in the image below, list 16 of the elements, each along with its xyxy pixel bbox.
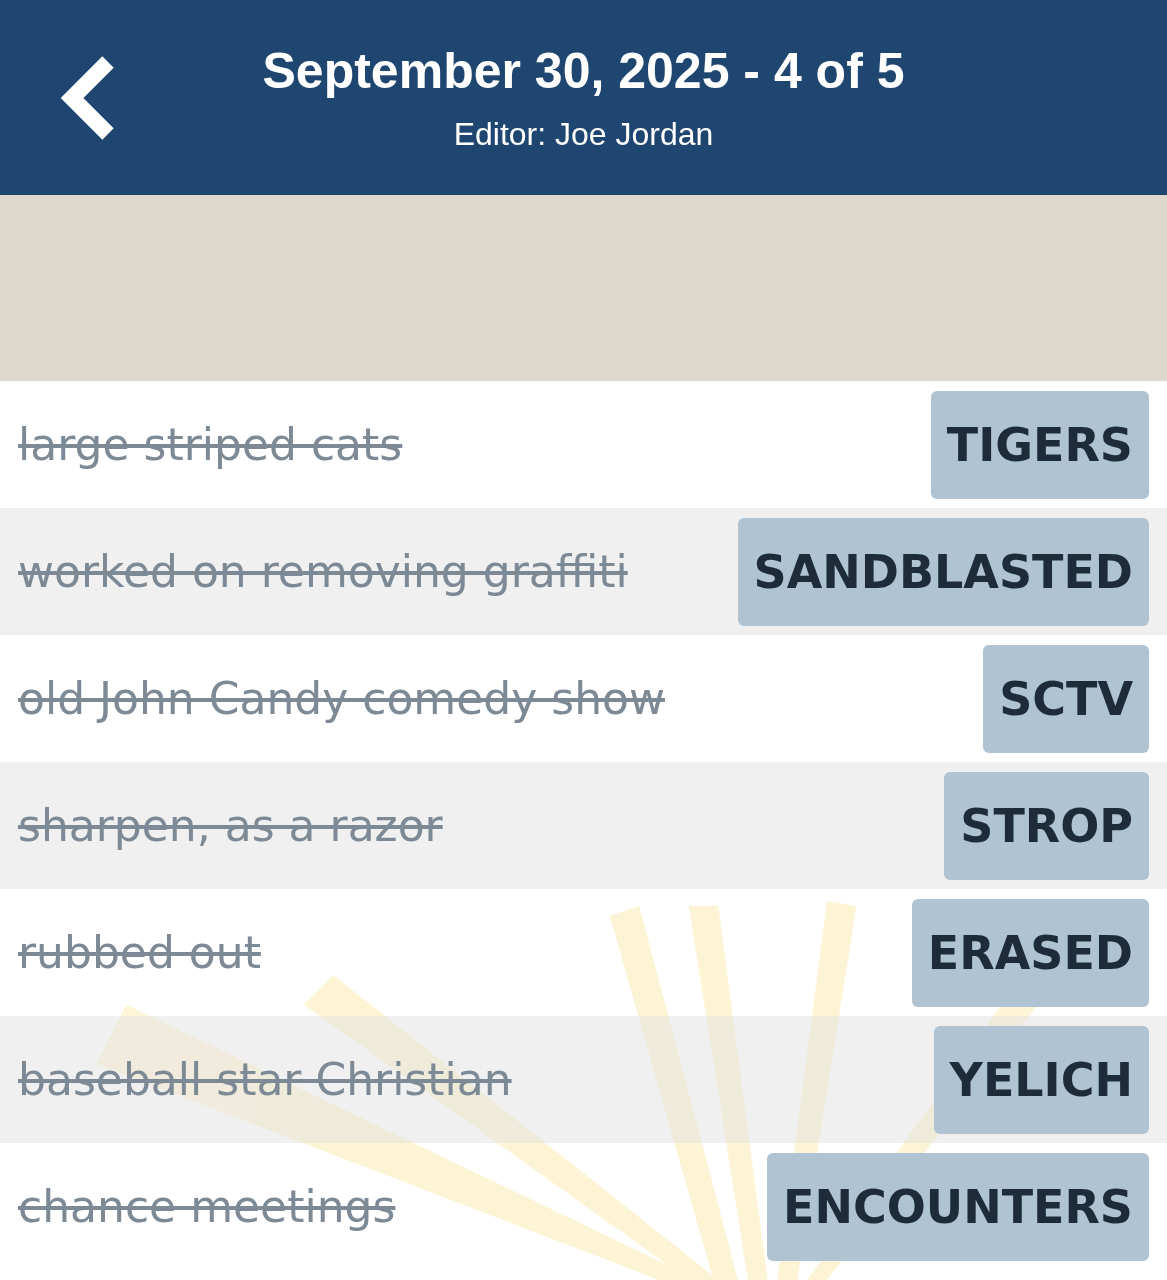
answer-tile: SCTV	[983, 644, 1149, 753]
editor-label: Editor: Joe Jordan	[453, 116, 714, 153]
answer-tile: ENCOUNTERS	[767, 1152, 1149, 1261]
clue-text: large striped cats	[18, 419, 403, 470]
answer-tile: STROP	[944, 771, 1149, 880]
clue-text: rubbed out	[18, 927, 261, 978]
clue-text: sharpen, as a razor	[18, 800, 443, 851]
answer-tile: TIGERS	[930, 390, 1149, 499]
clue-text: old John Candy comedy show	[18, 673, 665, 724]
header-title: September 30, 2025 - 4 of 5	[262, 42, 905, 100]
answer-tile: YELICH	[933, 1025, 1149, 1134]
answer-tile: ERASED	[911, 898, 1149, 1007]
clue-text: chance meetings	[18, 1181, 396, 1232]
answer-tile: SANDBLASTED	[737, 517, 1149, 626]
clue-text: baseball star Christian	[18, 1054, 512, 1105]
clue-text: worked on removing graffiti	[18, 546, 628, 597]
